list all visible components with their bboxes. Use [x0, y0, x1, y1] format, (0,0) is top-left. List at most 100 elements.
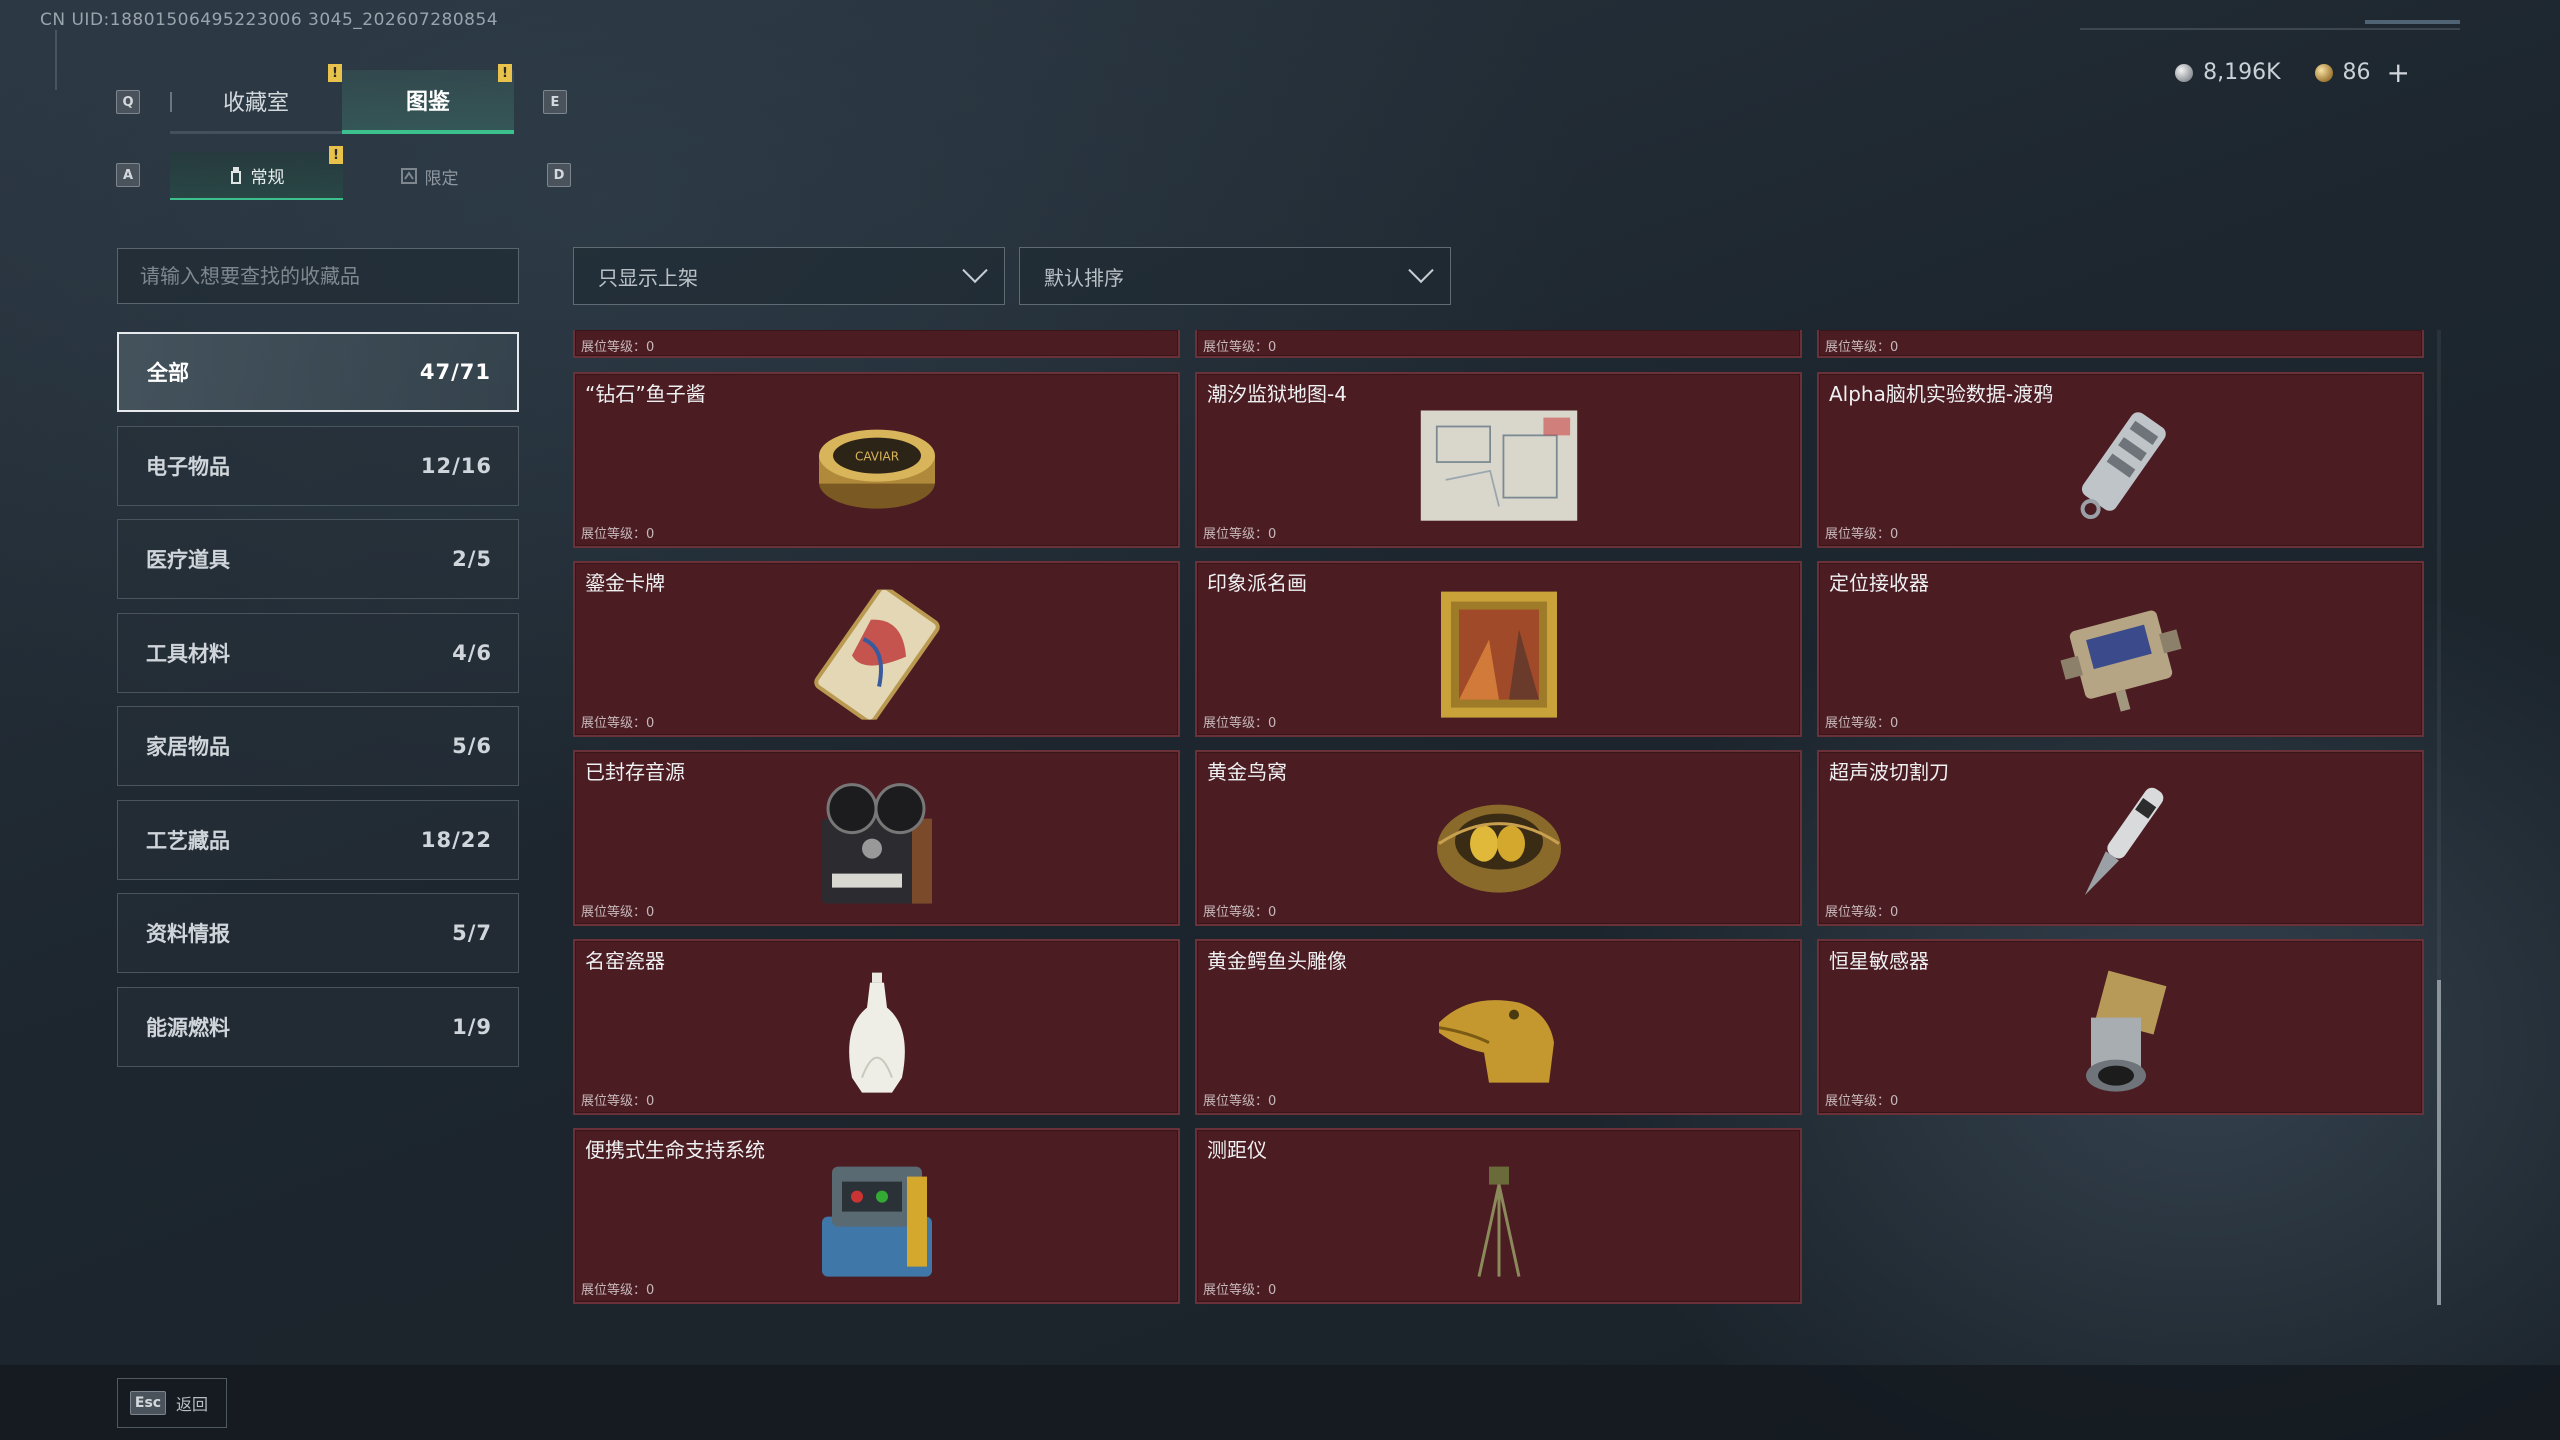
category-count: 47/71 — [419, 360, 491, 384]
gold-currency: 86 + — [2314, 56, 2410, 89]
search-input[interactable] — [117, 248, 519, 304]
display-level: 展位等级：0 — [581, 340, 655, 355]
display-level: 展位等级：0 — [1203, 527, 1277, 542]
item-card[interactable]: 黄金鳄鱼头雕像 展位等级：0 — [1195, 939, 1802, 1115]
caviar-tin-icon: CAVIAR — [797, 396, 957, 536]
category-energy[interactable]: 能源燃料 1/9 — [117, 986, 519, 1067]
subtab-label: 限定 — [424, 168, 459, 189]
category-label: 家居物品 — [146, 735, 230, 759]
display-level: 展位等级：0 — [1203, 1283, 1277, 1298]
item-card[interactable]: 名窑瓷器 展位等级：0 — [573, 939, 1180, 1115]
gold-amount: 86 — [2342, 60, 2371, 85]
category-label: 医疗道具 — [146, 548, 230, 572]
item-name: “钻石”鱼子酱 — [585, 382, 706, 406]
display-level: 展位等级：0 — [581, 905, 655, 920]
display-level: 展位等级：0 — [1203, 340, 1277, 355]
bottom-bar — [0, 1365, 2560, 1440]
category-electronics[interactable]: 电子物品 12/16 — [117, 425, 519, 506]
back-button[interactable]: Esc 返回 — [117, 1378, 227, 1428]
ultrasonic-cutter-icon — [2041, 774, 2201, 914]
display-level: 展位等级：0 — [581, 527, 655, 542]
scrollbar-thumb[interactable] — [2437, 980, 2441, 1305]
item-name: 超声波切割刀 — [1829, 760, 1949, 784]
chevron-down-icon — [962, 257, 988, 284]
add-currency-button[interactable]: + — [2387, 56, 2410, 89]
item-name: 定位接收器 — [1829, 571, 1929, 595]
display-level: 展位等级：0 — [1825, 340, 1899, 355]
subtab-limited[interactable]: 限定 — [343, 152, 516, 200]
category-medical[interactable]: 医疗道具 2/5 — [117, 519, 519, 599]
item-name: 黄金鳄鱼头雕像 — [1207, 949, 1347, 973]
data-drive-icon — [2041, 396, 2201, 536]
item-card-partial[interactable]: 展位等级：0 — [573, 330, 1180, 358]
life-support-icon — [797, 1152, 957, 1292]
alert-badge-icon: ! — [328, 64, 342, 82]
bottle-icon — [230, 167, 241, 184]
display-level: 展位等级：0 — [1825, 1094, 1899, 1109]
top-divider — [2080, 28, 2460, 30]
sub-tabs: 常规 ! 限定 — [170, 146, 516, 200]
key-hint-e: E — [543, 90, 567, 114]
tab-separator — [170, 92, 172, 112]
key-hint-esc: Esc — [130, 1391, 166, 1415]
item-card-partial[interactable]: 展位等级：0 — [1817, 330, 2424, 358]
key-hint-a: A — [116, 163, 140, 187]
gold-coin-icon — [2314, 63, 2333, 82]
reel-recorder-icon — [797, 774, 957, 914]
item-card-partial[interactable]: 展位等级：0 — [1195, 330, 1802, 358]
item-card[interactable]: 印象派名画 展位等级：0 — [1195, 561, 1802, 737]
currency-bar: 8,196K 86 + — [2175, 56, 2410, 89]
item-card[interactable]: “钻石”鱼子酱 CAVIAR 展位等级：0 — [573, 372, 1180, 548]
framed-painting-icon — [1419, 585, 1579, 725]
category-intel[interactable]: 资料情报 5/7 — [117, 893, 519, 973]
category-label: 全部 — [147, 361, 189, 385]
golden-nest-icon — [1419, 774, 1579, 914]
display-level: 展位等级：0 — [1825, 527, 1899, 542]
tab-catalog[interactable]: 图鉴 ! — [342, 64, 514, 134]
item-name: 已封存音源 — [585, 760, 685, 784]
item-card[interactable]: 黄金鸟窝 展位等级：0 — [1195, 750, 1802, 926]
display-level: 展位等级：0 — [1203, 1094, 1277, 1109]
display-level: 展位等级：0 — [581, 1094, 655, 1109]
item-card[interactable]: 已封存音源 展位等级：0 — [573, 750, 1180, 926]
item-name: 便携式生命支持系统 — [585, 1138, 765, 1162]
item-card[interactable]: 超声波切割刀 展位等级：0 — [1817, 750, 2424, 926]
shelf-filter-dropdown[interactable]: 只显示上架 — [573, 247, 1005, 305]
silver-currency: 8,196K — [2175, 60, 2281, 85]
gilded-card-icon — [797, 585, 957, 725]
back-label: 返回 — [176, 1395, 209, 1414]
category-list: 全部 47/71 电子物品 12/16 医疗道具 2/5 工具材料 4/6 家居… — [117, 332, 519, 1080]
display-level: 展位等级：0 — [581, 716, 655, 731]
category-tools[interactable]: 工具材料 4/6 — [117, 612, 519, 693]
item-name: 潮汐监狱地图-4 — [1207, 382, 1347, 406]
tab-label: 图鉴 — [405, 90, 450, 115]
subtab-regular[interactable]: 常规 ! — [170, 146, 343, 200]
svg-text:CAVIAR: CAVIAR — [854, 450, 898, 464]
sort-dropdown[interactable]: 默认排序 — [1019, 247, 1451, 305]
item-grid: 展位等级：0 展位等级：0 展位等级：0 “钻石”鱼子酱 CAVIAR 展位等级… — [573, 330, 2425, 1305]
item-card[interactable]: 测距仪 展位等级：0 — [1195, 1128, 1802, 1304]
item-card[interactable]: 潮汐监狱地图-4 展位等级：0 — [1195, 372, 1802, 548]
item-card[interactable]: 鎏金卡牌 展位等级：0 — [573, 561, 1180, 737]
silver-amount: 8,196K — [2203, 60, 2281, 85]
category-crafts[interactable]: 工艺藏品 18/22 — [117, 799, 519, 880]
star-sensor-icon — [2041, 963, 2201, 1103]
grid-scrollbar[interactable] — [2437, 330, 2441, 1305]
category-label: 工具材料 — [146, 641, 230, 666]
item-card[interactable]: 恒星敏感器 展位等级：0 — [1817, 939, 2424, 1115]
category-all[interactable]: 全部 47/71 — [117, 332, 519, 412]
category-household[interactable]: 家居物品 5/6 — [117, 706, 519, 786]
category-count: 5/7 — [452, 921, 492, 945]
decorative-frame-line — [55, 30, 67, 90]
item-card[interactable]: Alpha脑机实验数据-渡鸦 展位等级：0 — [1817, 372, 2424, 548]
main-tabs: 收藏室 ! 图鉴 ! — [170, 64, 514, 134]
tab-collection-room[interactable]: 收藏室 ! — [170, 64, 342, 134]
item-card[interactable]: 便携式生命支持系统 展位等级：0 — [573, 1128, 1180, 1304]
category-label: 工艺藏品 — [146, 828, 230, 853]
silver-coin-icon — [2175, 63, 2194, 82]
item-card[interactable]: 定位接收器 展位等级：0 — [1817, 561, 2424, 737]
limited-icon — [400, 168, 417, 184]
tab-label: 收藏室 — [222, 90, 289, 116]
porcelain-vase-icon — [797, 963, 957, 1103]
display-level: 展位等级：0 — [1203, 716, 1277, 731]
